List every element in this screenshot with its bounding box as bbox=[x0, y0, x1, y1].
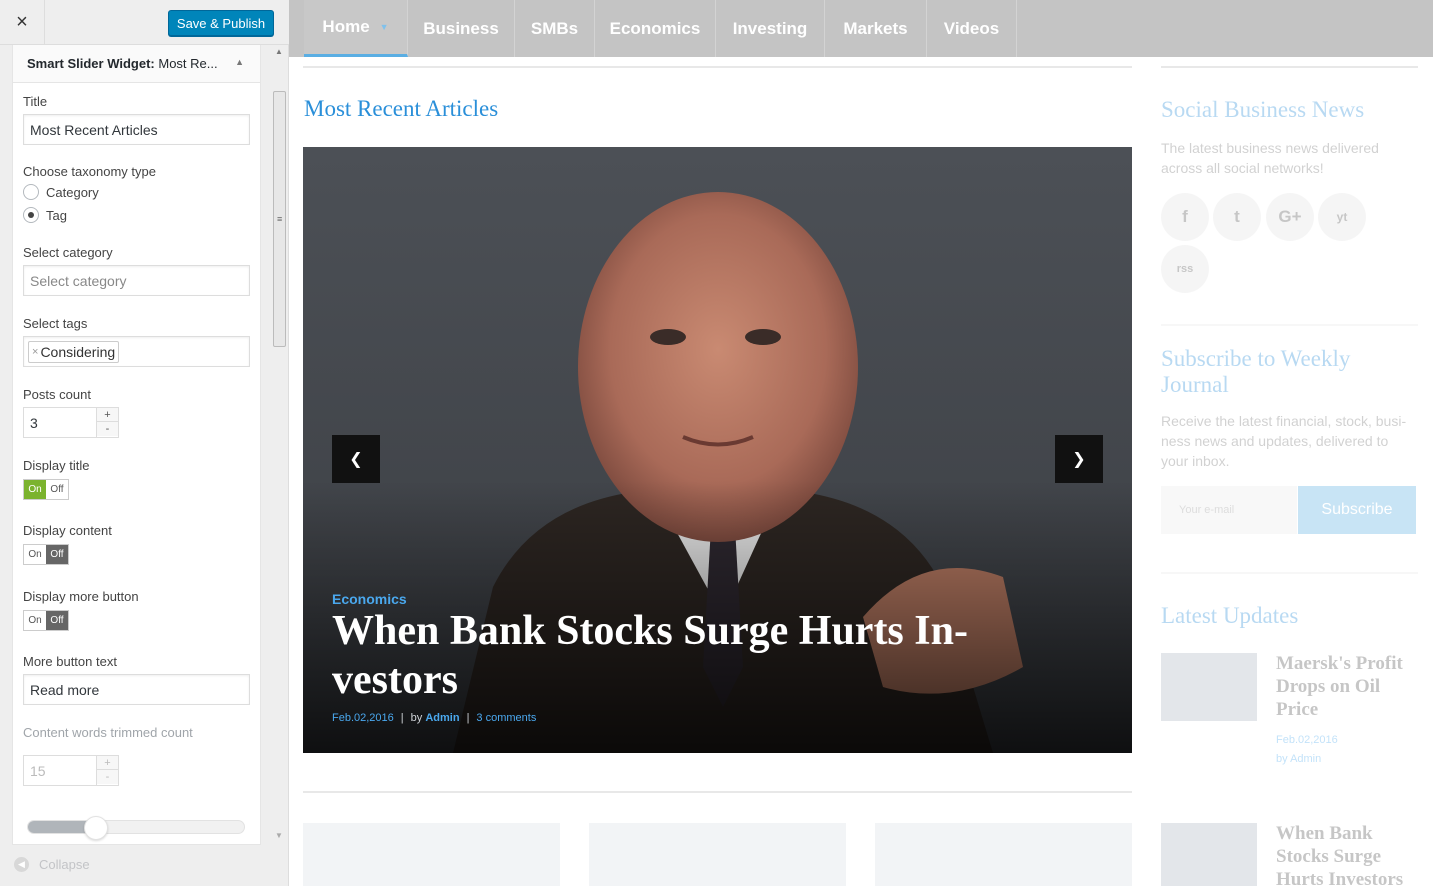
tag-chip: × Considering bbox=[28, 340, 120, 363]
widget-form: Smart Slider Widget: Most Re... ▲ Title … bbox=[12, 45, 261, 845]
subscribe-heading: Subscribe to Weekly Journal bbox=[1161, 346, 1351, 397]
range-slider[interactable] bbox=[27, 816, 245, 840]
display-more-label: Display more button bbox=[23, 589, 139, 604]
display-content-label: Display content bbox=[23, 523, 112, 538]
update-title[interactable]: When Bank Stocks Surge Hurts Investors bbox=[1276, 822, 1416, 886]
scroll-up-icon[interactable]: ▲ bbox=[275, 47, 283, 56]
taxonomy-label: Choose taxonomy type bbox=[23, 164, 156, 179]
facebook-icon[interactable]: f bbox=[1161, 193, 1209, 241]
nav-item-investing[interactable]: Investing bbox=[716, 0, 825, 57]
close-icon[interactable]: × bbox=[0, 0, 45, 45]
slide-category-link[interactable]: Economics bbox=[332, 591, 407, 607]
prev-slide-button[interactable]: ❮ bbox=[332, 435, 380, 483]
slide-meta: Feb.02,2016 | by Admin | 3 comments bbox=[332, 712, 537, 724]
article-thumbnail[interactable] bbox=[875, 823, 1132, 886]
divider bbox=[303, 66, 1132, 68]
tags-select[interactable]: × Considering bbox=[23, 336, 250, 367]
slide-author[interactable]: Admin bbox=[425, 712, 459, 724]
update-date[interactable]: Feb.02,2016 bbox=[1276, 734, 1338, 746]
divider bbox=[1161, 324, 1418, 326]
twitter-icon[interactable]: t bbox=[1213, 193, 1261, 241]
widget-title-bar[interactable]: Smart Slider Widget: Most Re... ▲ bbox=[13, 45, 260, 83]
slide-date[interactable]: Feb.02,2016 bbox=[332, 712, 394, 724]
collapse-icon: ◀ bbox=[14, 857, 29, 872]
trim-count-stepper[interactable]: 15 + - bbox=[23, 755, 119, 786]
customizer-header: × Save & Publish bbox=[0, 0, 289, 45]
right-sidebar: Social Business News The latest business… bbox=[1161, 0, 1419, 886]
section-heading: Most Recent Articles bbox=[304, 96, 499, 121]
slide-title[interactable]: When Bank Stocks Surge Hurts In-vestors bbox=[332, 607, 1092, 705]
posts-count-stepper[interactable]: 3 + - bbox=[23, 407, 119, 438]
more-text-label: More button text bbox=[23, 654, 117, 669]
site-preview: Home ▼ Business SMBs Economics Investing … bbox=[289, 0, 1433, 886]
title-input[interactable]: Most Recent Articles bbox=[23, 114, 250, 145]
chevron-down-icon: ▼ bbox=[379, 22, 389, 32]
radio-icon[interactable] bbox=[23, 184, 39, 200]
posts-count-label: Posts count bbox=[23, 387, 91, 402]
scroll-down-icon[interactable]: ▼ bbox=[275, 831, 283, 840]
customizer-panel: × Save & Publish Smart Slider Widget: Mo… bbox=[0, 0, 289, 886]
grip-icon: ≡ bbox=[277, 214, 283, 224]
nav-item-business[interactable]: Business bbox=[408, 0, 515, 57]
collapse-arrow-icon[interactable]: ▲ bbox=[235, 57, 244, 67]
category-label: Select category bbox=[23, 245, 113, 260]
update-author[interactable]: by Admin bbox=[1276, 753, 1321, 765]
nav-item-smbs[interactable]: SMBs bbox=[515, 0, 595, 57]
posts-count-value[interactable]: 3 bbox=[30, 415, 38, 431]
updates-heading: Latest Updates bbox=[1161, 603, 1299, 628]
display-title-toggle[interactable]: On Off bbox=[23, 479, 69, 500]
subscribe-text: Receive the latest financial, stock, bus… bbox=[1161, 413, 1407, 469]
scroll-thumb[interactable]: ≡ bbox=[273, 91, 286, 347]
range-handle[interactable] bbox=[84, 816, 108, 840]
nav-item-videos[interactable]: Videos bbox=[927, 0, 1017, 57]
chevron-right-icon: ❯ bbox=[1072, 451, 1086, 468]
sidebar-scrollbar[interactable]: ▲ ≡ ▼ bbox=[271, 45, 288, 842]
nav-item-markets[interactable]: Markets bbox=[825, 0, 927, 57]
category-select[interactable]: Select category bbox=[23, 265, 250, 296]
trim-count-label: Content words trimmed count bbox=[23, 725, 193, 740]
update-thumbnail[interactable] bbox=[1161, 823, 1257, 886]
article-thumbnail[interactable] bbox=[589, 823, 846, 886]
trim-count-value[interactable]: 15 bbox=[30, 763, 46, 779]
chevron-left-icon: ❮ bbox=[349, 451, 363, 468]
more-text-input[interactable]: Read more bbox=[23, 674, 250, 705]
radio-checked-icon[interactable] bbox=[23, 207, 39, 223]
display-title-label: Display title bbox=[23, 458, 90, 473]
decrement-button[interactable]: - bbox=[97, 422, 118, 436]
youtube-icon[interactable]: yt bbox=[1318, 193, 1366, 241]
save-publish-button[interactable]: Save & Publish bbox=[168, 10, 274, 36]
remove-tag-icon[interactable]: × bbox=[32, 346, 38, 358]
article-slider[interactable]: ❮ ❯ Economics When Bank Stocks Surge Hur… bbox=[303, 147, 1132, 753]
subscribe-button[interactable]: Subscribe bbox=[1298, 486, 1416, 534]
divider bbox=[303, 791, 1132, 793]
social-text: The latest business news delivered acros… bbox=[1161, 140, 1379, 176]
nav-item-economics[interactable]: Economics bbox=[595, 0, 716, 57]
update-thumbnail[interactable] bbox=[1161, 653, 1257, 721]
google-plus-icon[interactable]: G+ bbox=[1266, 193, 1314, 241]
display-content-toggle[interactable]: On Off bbox=[23, 544, 69, 565]
radio-tag[interactable]: Tag bbox=[23, 207, 67, 223]
article-thumbnail[interactable] bbox=[303, 823, 560, 886]
radio-category[interactable]: Category bbox=[23, 184, 99, 200]
title-label: Title bbox=[23, 94, 48, 109]
divider bbox=[1161, 572, 1418, 574]
display-more-toggle[interactable]: On Off bbox=[23, 610, 69, 631]
rss-icon[interactable]: rss bbox=[1161, 245, 1209, 293]
tags-label: Select tags bbox=[23, 316, 88, 331]
increment-button[interactable]: + bbox=[97, 756, 118, 770]
update-title[interactable]: Maersk's Profit Drops on Oil Price bbox=[1276, 652, 1416, 721]
widget-title: Smart Slider Widget: Most Re... bbox=[27, 56, 218, 71]
nav-item-home[interactable]: Home ▼ bbox=[304, 0, 408, 57]
slide-comments[interactable]: 3 comments bbox=[476, 712, 536, 724]
increment-button[interactable]: + bbox=[97, 408, 118, 422]
next-slide-button[interactable]: ❯ bbox=[1055, 435, 1103, 483]
collapse-button[interactable]: ◀ Collapse bbox=[14, 857, 90, 872]
social-heading: Social Business News bbox=[1161, 97, 1365, 122]
email-input[interactable]: Your e-mail bbox=[1161, 486, 1297, 534]
decrement-button[interactable]: - bbox=[97, 770, 118, 784]
